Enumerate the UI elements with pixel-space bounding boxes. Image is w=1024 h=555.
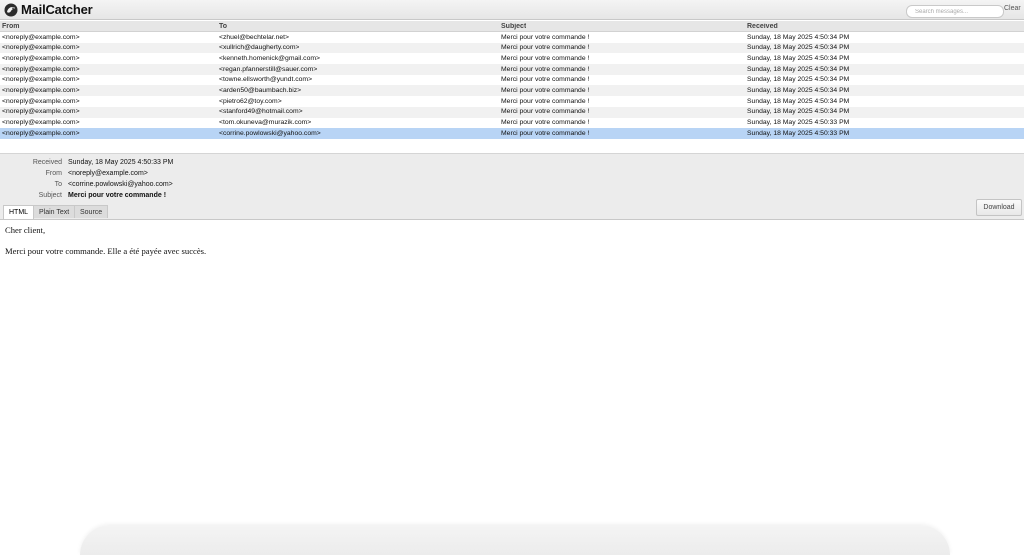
message-row[interactable]: <noreply@example.com> <corrine.powlowski@…	[0, 128, 1024, 139]
app-header: MailCatcher Clear	[0, 0, 1024, 20]
message-subject: Merci pour votre commande !	[501, 97, 590, 105]
received-label: Received	[32, 159, 62, 166]
message-to: <xullrich@daugherty.com>	[219, 44, 300, 52]
message-row[interactable]: <noreply@example.com> <arden50@baumbach.b…	[0, 85, 1024, 97]
subject-value: Merci pour votre commande !	[68, 192, 167, 199]
message-greeting: Cher client,	[5, 225, 46, 235]
column-header-subject[interactable]: Subject	[501, 23, 526, 30]
message-row[interactable]: <noreply@example.com> <stanford49@hotmail…	[0, 106, 1024, 118]
message-received: Sunday, 18 May 2025 4:50:34 PM	[747, 54, 850, 62]
message-from: <noreply@example.com>	[2, 65, 80, 73]
message-list: <noreply@example.com> <zhuel@bechtelar.ne…	[0, 32, 1024, 139]
message-to: <tom.okuneva@murazik.com>	[219, 119, 312, 126]
message-to: <pietro62@toy.com>	[219, 97, 282, 105]
message-received: Sunday, 18 May 2025 4:50:33 PM	[747, 129, 850, 137]
message-to: <regan.pfannerstill@sauer.com>	[219, 65, 318, 73]
message-from: <noreply@example.com>	[2, 33, 80, 41]
message-metadata: Received Sunday, 18 May 2025 4:50:33 PM …	[0, 153, 1024, 219]
message-received: Sunday, 18 May 2025 4:50:34 PM	[747, 97, 850, 105]
to-label: To	[54, 181, 62, 188]
window-edge	[80, 525, 950, 555]
message-subject: Merci pour votre commande !	[501, 33, 590, 41]
message-received: Sunday, 18 May 2025 4:50:34 PM	[747, 44, 850, 52]
column-header-from[interactable]: From	[2, 23, 20, 30]
message-from: <noreply@example.com>	[2, 86, 80, 94]
search-input[interactable]	[906, 5, 1004, 18]
message-from: <noreply@example.com>	[2, 54, 80, 62]
download-button[interactable]: Download	[976, 199, 1022, 216]
to-value: <corrine.powlowski@yahoo.com>	[68, 181, 173, 188]
message-subject: Merci pour votre commande !	[501, 129, 590, 137]
message-subject: Merci pour votre commande !	[501, 119, 590, 126]
message-subject: Merci pour votre commande !	[501, 76, 590, 84]
message-from: <noreply@example.com>	[2, 129, 80, 137]
from-value: <noreply@example.com>	[68, 170, 148, 177]
message-received: Sunday, 18 May 2025 4:50:34 PM	[747, 86, 850, 94]
message-row[interactable]: <noreply@example.com> <pietro62@toy.com> M…	[0, 96, 1024, 107]
message-row[interactable]: <noreply@example.com> <kenneth.homenick@g…	[0, 53, 1024, 64]
tab-plain-text[interactable]: Plain Text	[33, 205, 76, 218]
clear-button[interactable]: Clear	[1004, 5, 1021, 12]
from-label: From	[45, 170, 62, 177]
message-list-header: From To Subject Received	[0, 21, 1024, 32]
message-from: <noreply@example.com>	[2, 119, 80, 126]
message-subject: Merci pour votre commande !	[501, 86, 590, 94]
message-to: <zhuel@bechtelar.net>	[219, 33, 290, 41]
received-value: Sunday, 18 May 2025 4:50:33 PM	[68, 159, 174, 166]
message-from: <noreply@example.com>	[2, 44, 80, 52]
message-received: Sunday, 18 May 2025 4:50:33 PM	[747, 119, 850, 126]
message-to: <corrine.powlowski@yahoo.com>	[219, 129, 321, 137]
message-to: <kenneth.homenick@gmail.com>	[219, 54, 320, 62]
tab-source[interactable]: Source	[74, 205, 109, 218]
message-subject: Merci pour votre commande !	[501, 54, 590, 62]
message-received: Sunday, 18 May 2025 4:50:34 PM	[747, 33, 850, 41]
message-from: <noreply@example.com>	[2, 97, 80, 105]
message-to: <towne.ellsworth@yundt.com>	[219, 76, 313, 84]
message-to: <stanford49@hotmail.com>	[219, 108, 303, 116]
message-body: Cher client, Merci pour votre commande. …	[5, 225, 206, 267]
message-subject: Merci pour votre commande !	[501, 65, 590, 73]
column-header-to[interactable]: To	[219, 23, 227, 30]
message-text: Merci pour votre commande. Elle a été pa…	[5, 246, 207, 256]
divider	[0, 219, 1024, 220]
app-title: MailCatcher	[21, 2, 93, 17]
message-from: <noreply@example.com>	[2, 76, 80, 84]
mailcatcher-logo-icon	[4, 3, 18, 17]
message-row[interactable]: <noreply@example.com> <zhuel@bechtelar.ne…	[0, 32, 1024, 43]
message-subject: Merci pour votre commande !	[501, 44, 590, 52]
message-subject: Merci pour votre commande !	[501, 108, 590, 116]
tab-html[interactable]: HTML	[3, 205, 35, 219]
message-received: Sunday, 18 May 2025 4:50:34 PM	[747, 108, 850, 116]
message-row[interactable]: <noreply@example.com> <tom.okuneva@murazi…	[0, 118, 1024, 129]
message-row[interactable]: <noreply@example.com> <towne.ellsworth@yu…	[0, 75, 1024, 86]
message-row[interactable]: <noreply@example.com> <regan.pfannerstill…	[0, 64, 1024, 75]
subject-label: Subject	[38, 192, 62, 199]
message-received: Sunday, 18 May 2025 4:50:34 PM	[747, 65, 850, 73]
message-received: Sunday, 18 May 2025 4:50:34 PM	[747, 76, 850, 84]
message-row[interactable]: <noreply@example.com> <xullrich@daugherty…	[0, 42, 1024, 54]
message-to: <arden50@baumbach.biz>	[219, 86, 302, 94]
message-from: <noreply@example.com>	[2, 108, 80, 116]
column-header-received[interactable]: Received	[747, 23, 778, 30]
